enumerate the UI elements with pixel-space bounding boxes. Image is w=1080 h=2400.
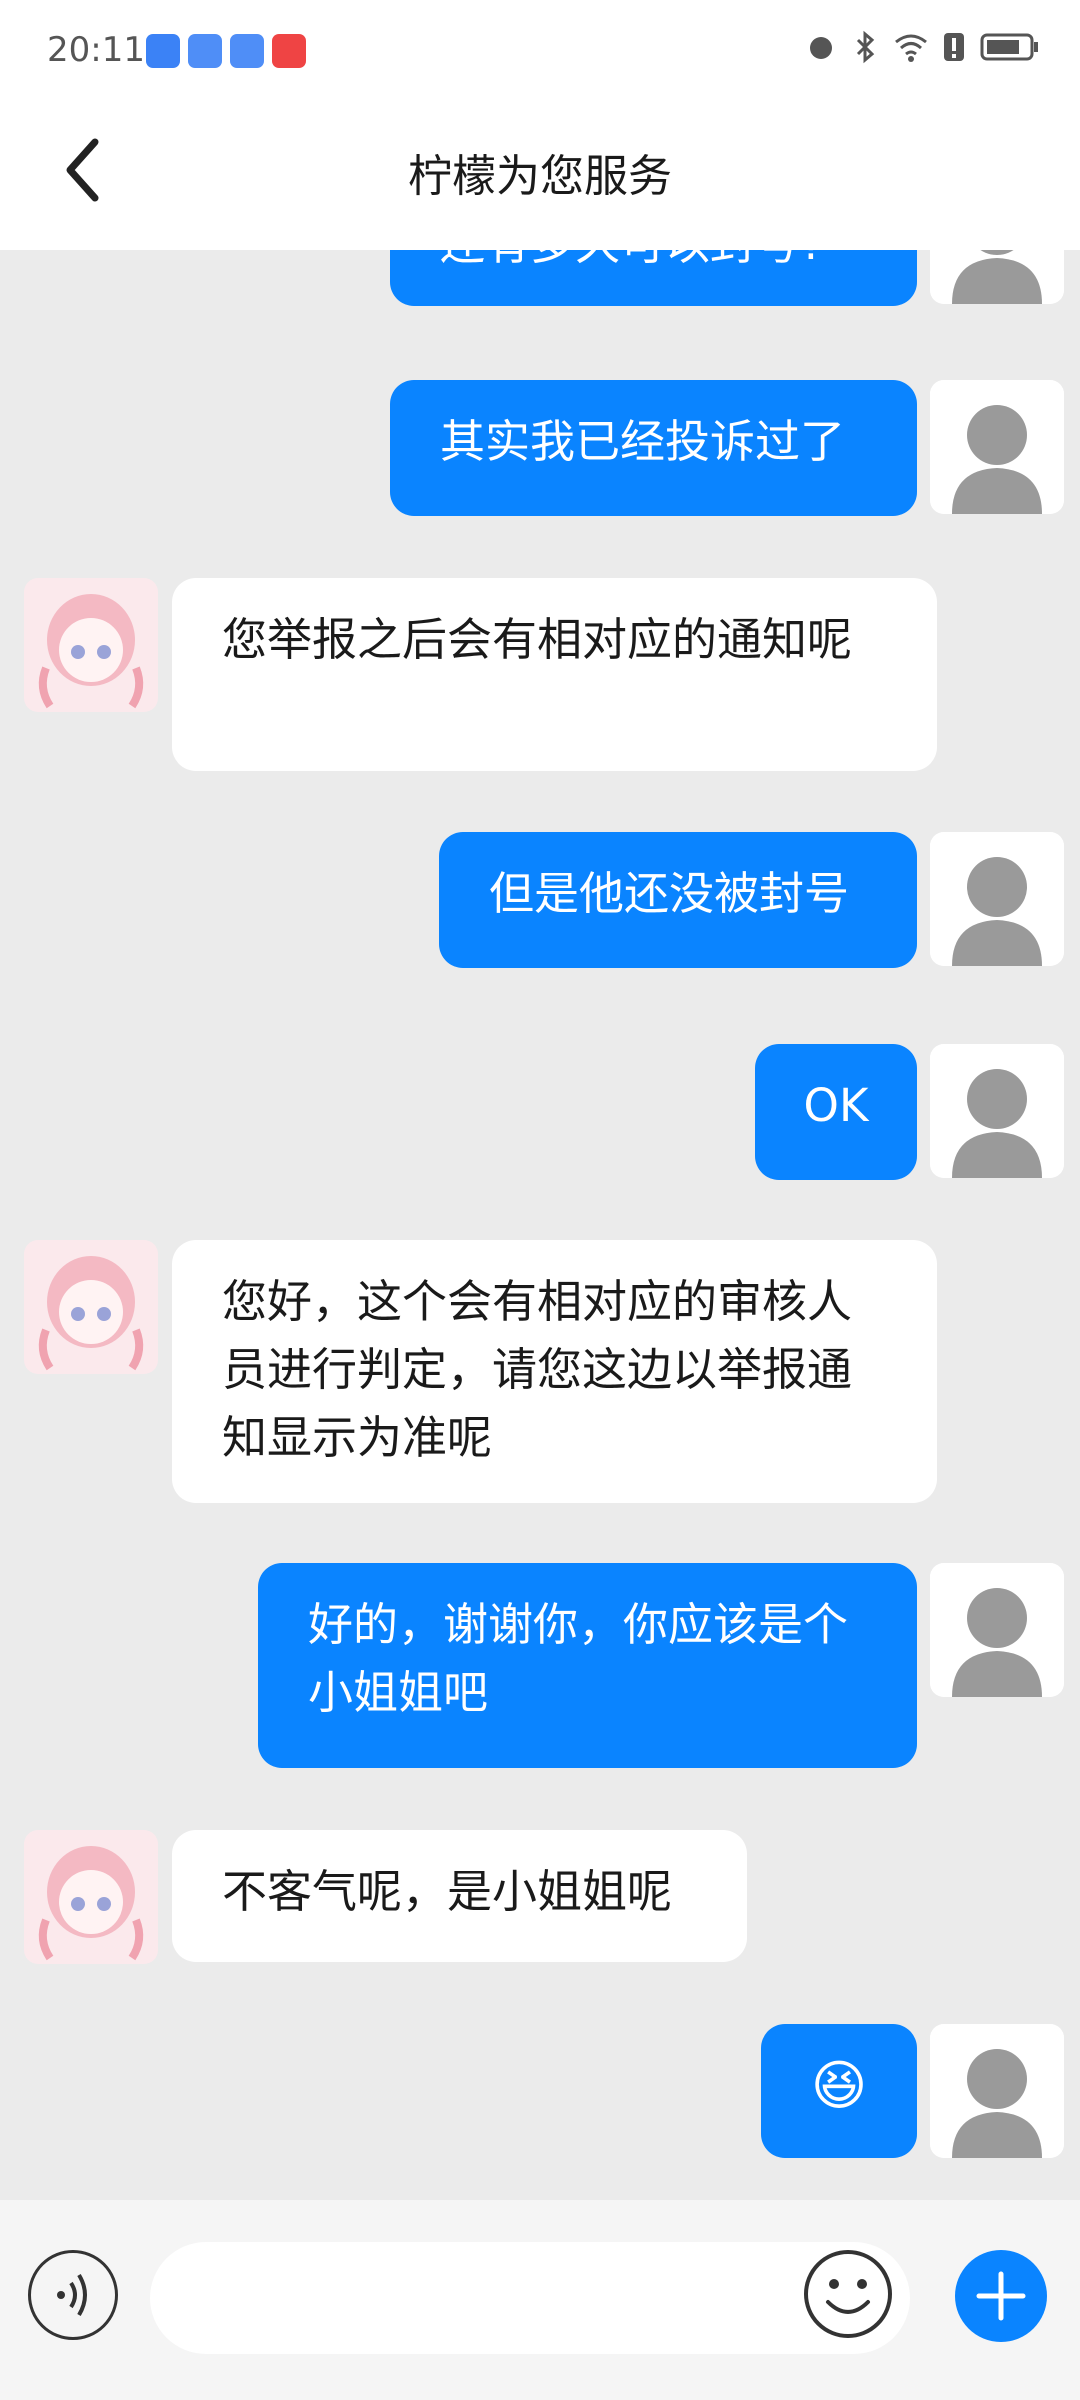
emoji-button[interactable]	[800, 2246, 896, 2342]
add-button[interactable]	[955, 2250, 1047, 2342]
voice-button[interactable]	[28, 2250, 118, 2340]
chat-header: 柠檬为您服务	[0, 100, 1080, 250]
status-time: 20:11	[47, 30, 145, 70]
agent-avatar[interactable]	[24, 1240, 158, 1374]
smiley-icon	[804, 2250, 892, 2338]
app-notification-icon	[230, 34, 264, 68]
message-text: 您举报之后会有相对应的通知呢	[222, 613, 853, 666]
user-avatar[interactable]	[930, 2024, 1064, 2158]
default-avatar-icon	[930, 380, 1064, 514]
chat-messages[interactable]: 还有多久可以封号? 其实我已经投诉过了 您举报之后会有相对应的通知	[0, 250, 1080, 2200]
default-avatar-icon	[930, 250, 1064, 304]
battery-icon	[980, 33, 1038, 61]
user-avatar[interactable]	[930, 380, 1064, 514]
status-bar: 20:11	[0, 0, 1080, 100]
agent-avatar[interactable]	[24, 578, 158, 712]
user-message-bubble[interactable]: OK	[755, 1044, 917, 1180]
message-text: 您好，这个会有相对应的审核人员进行判定，请您这边以举报通知显示为准呢	[222, 1275, 853, 1464]
anime-girl-avatar-icon	[24, 578, 158, 712]
user-message-bubble[interactable]: 好的，谢谢你，你应该是个小姐姐吧	[258, 1563, 917, 1768]
wifi-icon	[895, 34, 927, 62]
message-text: 好的，谢谢你，你应该是个小姐姐吧	[308, 1598, 849, 1719]
message-text: 😆	[810, 2054, 868, 2117]
user-avatar[interactable]	[930, 250, 1064, 304]
alarm-icon	[810, 37, 832, 59]
agent-message-bubble[interactable]: 不客气呢，是小姐姐呢	[172, 1830, 747, 1962]
page-title: 柠檬为您服务	[408, 151, 672, 202]
input-bar	[0, 2200, 1080, 2400]
user-avatar[interactable]	[930, 1563, 1064, 1697]
user-message-bubble[interactable]: 但是他还没被封号	[439, 832, 917, 968]
user-message-bubble[interactable]: 😆	[761, 2024, 917, 2158]
message-text: 还有多久可以封号?	[440, 250, 824, 270]
default-avatar-icon	[930, 1563, 1064, 1697]
message-text: OK	[803, 1079, 869, 1132]
plus-icon	[976, 2271, 1026, 2321]
user-message-bubble[interactable]: 还有多久可以封号?	[390, 250, 917, 306]
status-icons	[806, 30, 1040, 64]
agent-message-bubble[interactable]: 您举报之后会有相对应的通知呢	[172, 578, 937, 771]
user-avatar[interactable]	[930, 832, 1064, 966]
app-notification-icon	[146, 34, 180, 68]
voice-icon	[57, 2273, 87, 2317]
bluetooth-icon	[856, 30, 875, 64]
default-avatar-icon	[930, 832, 1064, 966]
app-notification-icon	[272, 34, 306, 68]
app-notification-icon	[188, 34, 222, 68]
message-input[interactable]	[150, 2242, 910, 2354]
default-avatar-icon	[930, 1044, 1064, 1178]
alert-icon	[944, 33, 964, 61]
agent-message-bubble[interactable]: 您好，这个会有相对应的审核人员进行判定，请您这边以举报通知显示为准呢	[172, 1240, 937, 1503]
user-avatar[interactable]	[930, 1044, 1064, 1178]
default-avatar-icon	[930, 2024, 1064, 2158]
message-text: 不客气呢，是小姐姐呢	[222, 1865, 673, 1918]
message-text: 其实我已经投诉过了	[440, 415, 846, 468]
user-message-bubble[interactable]: 其实我已经投诉过了	[390, 380, 917, 516]
agent-avatar[interactable]	[24, 1830, 158, 1964]
message-text: 但是他还没被封号	[489, 867, 850, 920]
anime-girl-avatar-icon	[24, 1830, 158, 1964]
anime-girl-avatar-icon	[24, 1240, 158, 1374]
